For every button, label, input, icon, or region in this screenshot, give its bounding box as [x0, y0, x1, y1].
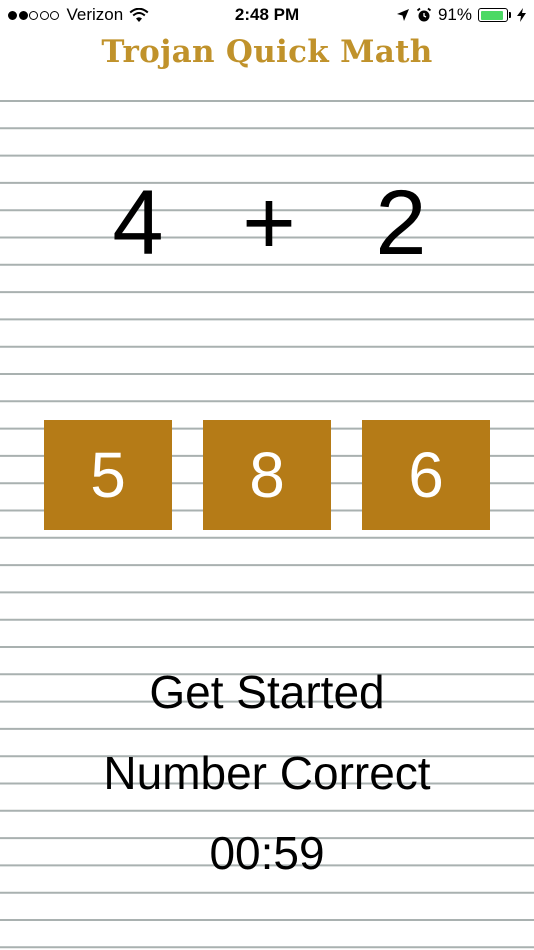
answer-button-1[interactable]: 5: [44, 420, 172, 530]
math-problem: 4 + 2: [0, 168, 534, 278]
battery-icon: [478, 8, 508, 22]
app-title: Trojan Quick Math: [101, 34, 433, 70]
app-screen: Verizon 2:48 PM 91% Trojan Quick Math 4 …: [0, 0, 534, 950]
operand-a: 4: [112, 172, 164, 274]
battery-fill: [480, 10, 504, 20]
number-correct-label: Number Correct: [103, 747, 431, 799]
alarm-clock-icon: [416, 7, 432, 22]
status-right: 91%: [390, 5, 526, 25]
answer-options: 5 8 6: [44, 420, 490, 530]
location-arrow-icon: [396, 9, 409, 21]
status-bar: Verizon 2:48 PM 91%: [0, 0, 534, 30]
charging-bolt-icon: [517, 8, 526, 22]
battery-percent: 91%: [437, 5, 472, 24]
battery-tip: [509, 12, 511, 18]
get-started-button[interactable]: Get Started: [0, 664, 534, 720]
answer-button-3[interactable]: 6: [362, 420, 490, 530]
answer-button-2[interactable]: 8: [203, 420, 331, 530]
countdown-timer: 00:59: [209, 827, 325, 879]
operand-b: 2: [375, 172, 427, 274]
operator-plus: +: [242, 172, 296, 274]
